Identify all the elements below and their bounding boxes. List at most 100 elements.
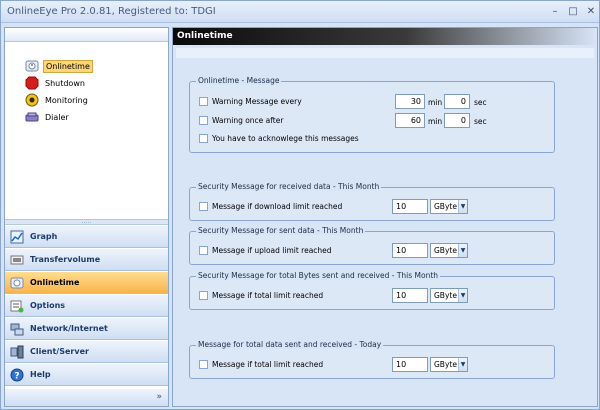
download-unit-select[interactable]: GByte ▼ bbox=[430, 199, 468, 214]
group-title: Onlinetime - Message bbox=[196, 76, 282, 85]
nav-item-label: Graph bbox=[30, 232, 58, 241]
download-limit-label: Message if download limit reached bbox=[212, 202, 343, 211]
group-title: Message for total data sent and received… bbox=[196, 340, 384, 349]
upload-limit-row: Message if upload limit reached bbox=[199, 246, 332, 255]
today-limit-input[interactable]: 10 bbox=[392, 357, 428, 372]
warn-every-label: Warning Message every bbox=[212, 97, 302, 106]
help-icon: ? bbox=[10, 368, 24, 382]
chevron-down-icon[interactable]: ▼ bbox=[458, 358, 467, 371]
minimize-icon[interactable]: – bbox=[549, 6, 561, 17]
module-tree: Onlinetime Shutdown Monitoring Dialer bbox=[5, 43, 168, 219]
total-limit-input[interactable]: 10 bbox=[392, 288, 428, 303]
nav-item-label: Transfervolume bbox=[30, 255, 101, 264]
upload-unit-value: GByte bbox=[434, 246, 457, 255]
title-bar: OnlineEye Pro 2.0.81, Registered to: TDG… bbox=[1, 1, 599, 23]
warn-once-min-input[interactable]: 60 bbox=[395, 113, 425, 128]
chevron-double-right-icon[interactable]: » bbox=[156, 392, 162, 402]
min-unit-label: min bbox=[428, 98, 443, 107]
chevron-down-icon[interactable]: ▼ bbox=[458, 200, 467, 213]
total-unit-select[interactable]: GByte ▼ bbox=[430, 288, 468, 303]
total-limit-checkbox[interactable] bbox=[199, 291, 208, 300]
clock-icon bbox=[25, 59, 39, 73]
total-limit-row: Message if total limit reached bbox=[199, 291, 323, 300]
total-unit-value: GByte bbox=[434, 291, 457, 300]
server-icon bbox=[10, 345, 24, 359]
today-group: Message for total data sent and received… bbox=[189, 340, 555, 379]
panel-splitter[interactable]: ..... bbox=[5, 219, 168, 225]
tree-item-label: Dialer bbox=[45, 112, 69, 122]
upload-limit-input[interactable]: 10 bbox=[392, 243, 428, 258]
monitoring-icon bbox=[25, 93, 39, 107]
ack-checkbox[interactable] bbox=[199, 134, 208, 143]
transfer-icon bbox=[10, 253, 24, 267]
download-limit-input[interactable]: 10 bbox=[392, 199, 428, 214]
warn-every-min-input[interactable]: 30 bbox=[395, 94, 425, 109]
tree-item-label: Monitoring bbox=[45, 95, 88, 105]
nav-item-graph[interactable]: Graph bbox=[5, 226, 168, 248]
svg-text:?: ? bbox=[14, 371, 19, 381]
graph-icon bbox=[10, 230, 24, 244]
content-title: Onlinetime bbox=[177, 31, 233, 41]
today-limit-row: Message if total limit reached bbox=[199, 360, 323, 369]
warn-once-label: Warning once after bbox=[212, 116, 284, 125]
upload-unit-select[interactable]: GByte ▼ bbox=[430, 243, 468, 258]
group-title: Security Message for received data - Thi… bbox=[196, 182, 382, 191]
ack-row: You have to acknowlege this messages bbox=[199, 134, 359, 143]
ack-label: You have to acknowlege this messages bbox=[212, 134, 359, 143]
warn-every-checkbox[interactable] bbox=[199, 97, 208, 106]
left-panel-header bbox=[5, 28, 168, 42]
content-header: Onlinetime bbox=[173, 28, 597, 45]
sec-unit-label: sec bbox=[474, 98, 487, 107]
nav-item-label: Options bbox=[30, 301, 66, 310]
upload-limit-checkbox[interactable] bbox=[199, 246, 208, 255]
today-unit-select[interactable]: GByte ▼ bbox=[430, 357, 468, 372]
warn-once-row: Warning once after bbox=[199, 116, 283, 125]
sec-unit-label: sec bbox=[474, 117, 487, 126]
close-icon[interactable]: ✕ bbox=[585, 6, 597, 17]
group-title: Security Message for total Bytes sent an… bbox=[196, 271, 441, 280]
chevron-down-icon[interactable]: ▼ bbox=[458, 244, 467, 257]
nav-item-client-server[interactable]: Client/Server bbox=[5, 341, 168, 363]
today-limit-label: Message if total limit reached bbox=[212, 360, 324, 369]
total-bytes-group: Security Message for total Bytes sent an… bbox=[189, 271, 555, 310]
tree-item-shutdown[interactable]: Shutdown bbox=[25, 75, 87, 91]
clock-icon bbox=[10, 276, 24, 290]
chevron-down-icon[interactable]: ▼ bbox=[458, 289, 467, 302]
maximize-icon[interactable]: □ bbox=[567, 6, 579, 17]
nav-item-label: Onlinetime bbox=[30, 278, 80, 287]
nav-item-label: Help bbox=[30, 370, 51, 379]
today-limit-checkbox[interactable] bbox=[199, 360, 208, 369]
min-unit-label: min bbox=[428, 117, 443, 126]
total-limit-label: Message if total limit reached bbox=[212, 291, 324, 300]
nav-item-onlinetime[interactable]: Onlinetime bbox=[5, 272, 168, 294]
download-limit-row: Message if download limit reached bbox=[199, 202, 342, 211]
warn-every-sec-input[interactable]: 0 bbox=[444, 94, 470, 109]
tree-item-onlinetime[interactable]: Onlinetime bbox=[25, 58, 93, 74]
app-window: OnlineEye Pro 2.0.81, Registered to: TDG… bbox=[0, 0, 600, 410]
onlinetime-message-group: Onlinetime - Message Warning Message eve… bbox=[189, 76, 555, 153]
sent-data-group: Security Message for sent data - This Mo… bbox=[189, 226, 555, 265]
nav-item-options[interactable]: Options bbox=[5, 295, 168, 317]
nav-item-label: Network/Internet bbox=[30, 324, 108, 333]
nav-item-transfervolume[interactable]: Transfervolume bbox=[5, 249, 168, 271]
warn-every-row: Warning Message every bbox=[199, 97, 302, 106]
warn-once-sec-input[interactable]: 0 bbox=[444, 113, 470, 128]
upload-limit-label: Message if upload limit reached bbox=[212, 246, 332, 255]
tree-item-dialer[interactable]: Dialer bbox=[25, 109, 71, 125]
window-title: OnlineEye Pro 2.0.81, Registered to: TDG… bbox=[7, 6, 216, 17]
download-unit-value: GByte bbox=[434, 202, 457, 211]
options-icon bbox=[10, 299, 24, 313]
content-toolbar-strip bbox=[176, 48, 594, 58]
tree-item-monitoring[interactable]: Monitoring bbox=[25, 92, 90, 108]
network-icon bbox=[10, 322, 24, 336]
received-data-group: Security Message for received data - Thi… bbox=[189, 182, 555, 221]
tree-item-label: Shutdown bbox=[45, 78, 85, 88]
tree-item-label: Onlinetime bbox=[43, 59, 93, 73]
dialer-icon bbox=[25, 110, 39, 124]
warn-once-checkbox[interactable] bbox=[199, 116, 208, 125]
stop-sign-icon bbox=[25, 76, 39, 90]
nav-item-network-internet[interactable]: Network/Internet bbox=[5, 318, 168, 340]
nav-item-help[interactable]: ? Help bbox=[5, 364, 168, 386]
nav-item-label: Client/Server bbox=[30, 347, 89, 356]
download-limit-checkbox[interactable] bbox=[199, 202, 208, 211]
